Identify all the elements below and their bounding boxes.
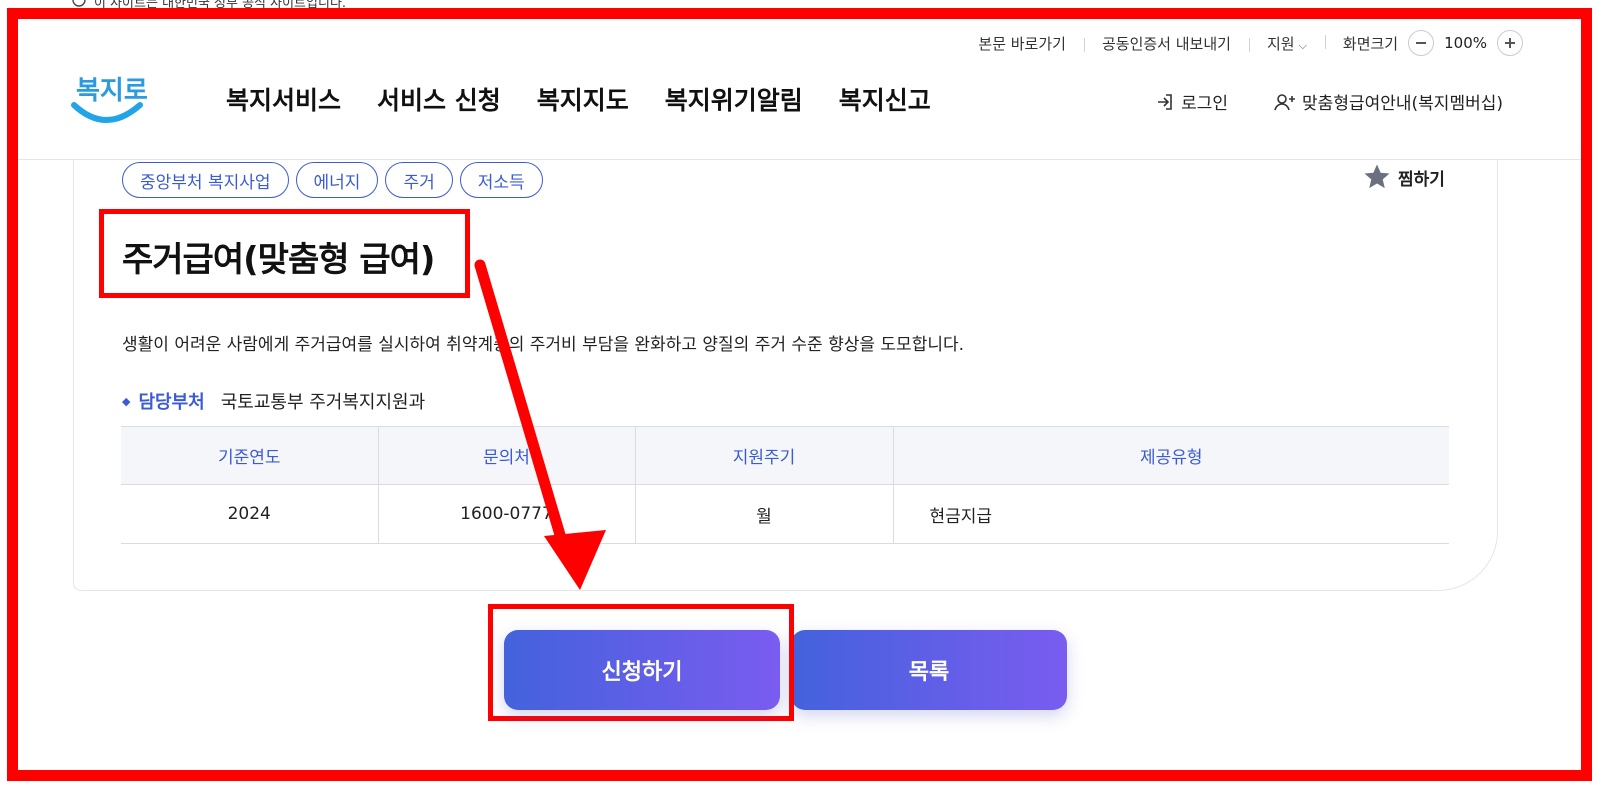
login-link[interactable]: 로그인	[1155, 89, 1228, 114]
tag-central-ministry[interactable]: 중앙부처 복지사업	[122, 162, 289, 198]
minus-icon	[1416, 42, 1427, 44]
service-description: 생활이 어려운 사람에게 주거급여를 실시하여 취약계층의 주거비 부담을 완화…	[122, 335, 965, 355]
top-banner: 이 사이트는 대한민국 정부 공식 사이트입니다.	[72, 0, 346, 11]
service-info-table: 기준연도 문의처 지원주기 제공유형 2024 1600-0777 월 현금지급	[121, 426, 1449, 544]
cell-provision-type: 현금지급	[892, 484, 1449, 544]
membership-link[interactable]: 맞춤형급여안내(복지멤버십)	[1274, 89, 1503, 114]
zoom-in-button[interactable]	[1497, 30, 1523, 56]
membership-label: 맞춤형급여안내(복지멤버십)	[1302, 94, 1503, 114]
header-provision-type: 제공유형	[892, 426, 1449, 485]
cert-export-link[interactable]: 공동인증서 내보내기	[1083, 33, 1249, 54]
diamond-bullet-icon: ◆	[122, 394, 131, 408]
bookmark-button[interactable]: 찜하기	[1362, 162, 1445, 192]
zoom-out-button[interactable]	[1408, 30, 1435, 56]
tag-housing[interactable]: 주거	[385, 162, 453, 198]
nav-welfare-map[interactable]: 복지지도	[537, 81, 629, 117]
flag-icon	[72, 0, 86, 7]
bookmark-label: 찜하기	[1398, 169, 1445, 190]
department: ◆ 담당부처 국토교통부 주거복지지원과	[122, 388, 425, 414]
chevron-down-icon: ⌵	[1298, 38, 1307, 52]
tag-low-income[interactable]: 저소득	[459, 162, 543, 198]
service-title: 주거급여(맞춤형 급여)	[122, 240, 435, 280]
support-label: 지원	[1266, 34, 1295, 53]
zoom-control: 화면크기 100%	[1324, 30, 1523, 56]
department-label: 담당부처	[138, 392, 205, 413]
support-dropdown[interactable]: 지원 ⌵	[1248, 33, 1325, 54]
apply-button[interactable]: 신청하기	[504, 630, 780, 710]
nav-crisis-alert[interactable]: 복지위기알림	[665, 81, 803, 117]
tag-energy[interactable]: 에너지	[295, 162, 379, 198]
table-row: 2024 1600-0777 월 현금지급	[121, 484, 1449, 544]
top-banner-text: 이 사이트는 대한민국 정부 공식 사이트입니다.	[94, 0, 347, 11]
cell-contact: 1600-0777	[377, 484, 635, 544]
login-label: 로그인	[1181, 94, 1229, 114]
site-header: 본문 바로가기 공동인증서 내보내기 지원 ⌵ 화면크기 100% 복지로 복지서…	[18, 19, 1581, 160]
nav-welfare-service[interactable]: 복지서비스	[226, 81, 341, 117]
star-icon	[1364, 164, 1390, 189]
user-plus-icon	[1274, 93, 1296, 110]
main-nav: 복지서비스 서비스 신청 복지지도 복지위기알림 복지신고	[226, 81, 931, 117]
login-icon	[1158, 93, 1172, 110]
cell-base-year: 2024	[121, 484, 378, 544]
logo-text: 복지로	[76, 76, 148, 106]
skip-link[interactable]: 본문 바로가기	[960, 33, 1084, 54]
header-support-cycle: 지원주기	[634, 426, 893, 485]
zoom-label: 화면크기	[1342, 34, 1399, 53]
member-links: 로그인 맞춤형급여안내(복지멤버십)	[1155, 89, 1503, 114]
nav-welfare-report[interactable]: 복지신고	[839, 81, 931, 117]
list-button[interactable]: 목록	[791, 630, 1067, 710]
page: 이 사이트는 대한민국 정부 공식 사이트입니다. 본문 바로가기 공동인증서 …	[0, 0, 1607, 793]
table-header-row: 기준연도 문의처 지원주기 제공유형	[121, 426, 1449, 485]
nav-service-apply[interactable]: 서비스 신청	[377, 81, 501, 117]
zoom-value: 100%	[1444, 34, 1487, 52]
header-base-year: 기준연도	[121, 426, 378, 485]
cell-support-cycle: 월	[634, 484, 893, 544]
service-tags: 중앙부처 복지사업 에너지 주거 저소득	[122, 162, 543, 198]
header-contact: 문의처	[377, 426, 635, 485]
department-value: 국토교통부 주거복지지원과	[220, 392, 426, 413]
bokjiro-logo[interactable]: 복지로	[70, 65, 150, 127]
utility-bar: 본문 바로가기 공동인증서 내보내기 지원 ⌵ 화면크기 100%	[960, 30, 1523, 56]
plus-icon	[1505, 38, 1515, 48]
